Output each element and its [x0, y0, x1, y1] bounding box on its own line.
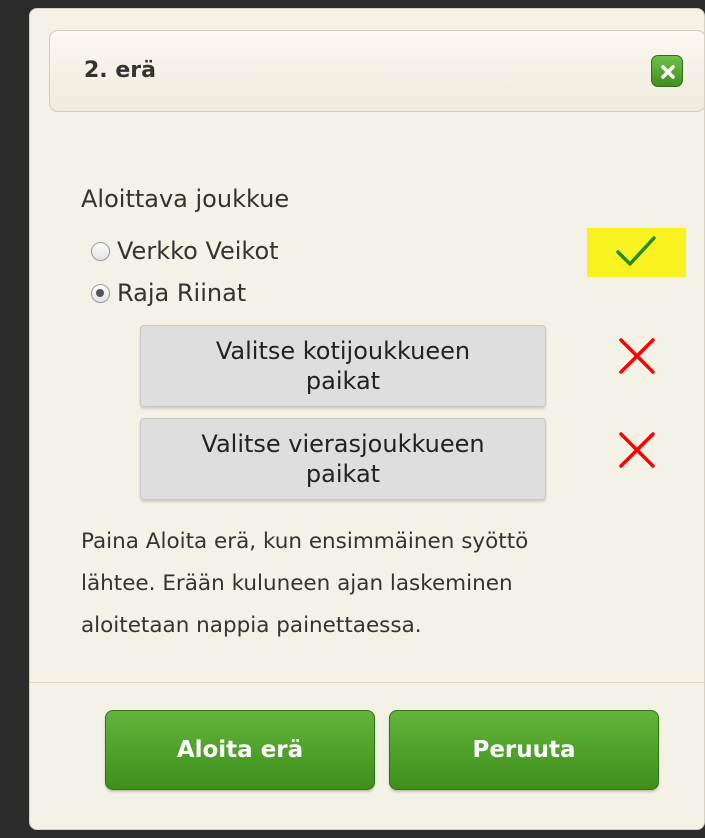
- dialog-titlebar: 2. erä: [49, 30, 704, 112]
- close-icon: [661, 65, 675, 79]
- button-label-line: paikat: [305, 460, 381, 488]
- dialog-title: 2. erä: [84, 58, 156, 83]
- team-option-label: Verkko Veikot: [117, 237, 279, 265]
- select-home-positions-button[interactable]: Valitse kotijoukkueen paikat: [140, 325, 546, 407]
- radio-button[interactable]: [91, 241, 110, 261]
- cancel-button[interactable]: Peruuta: [389, 710, 659, 790]
- info-text-line: aloitetaan nappia painettaessa.: [81, 613, 422, 638]
- divider: [30, 682, 704, 683]
- info-text-line: Paina Aloita erä, kun ensimmäinen syöttö: [81, 529, 529, 554]
- starting-team-label: Aloittava joukkue: [81, 185, 290, 213]
- selection-status-highlight: [587, 228, 686, 277]
- set-start-dialog: 2. erä Aloittava joukkue Verkko Veikot R…: [29, 8, 705, 830]
- team-option-verkko-veikot[interactable]: Verkko Veikot: [91, 235, 279, 267]
- checkmark-icon: [616, 236, 656, 266]
- cross-icon: [619, 432, 655, 468]
- button-label-line: Valitse vierasjoukkueen: [201, 430, 485, 458]
- select-away-positions-button[interactable]: Valitse vierasjoukkueen paikat: [140, 418, 546, 500]
- info-text: Paina Aloita erä, kun ensimmäinen syöttö…: [81, 521, 661, 647]
- close-button[interactable]: [651, 55, 683, 87]
- team-option-label: Raja Riinat: [117, 279, 247, 307]
- button-label-line: Valitse kotijoukkueen: [215, 337, 471, 365]
- radio-button-selected[interactable]: [91, 283, 110, 303]
- team-option-raja-riinat[interactable]: Raja Riinat: [91, 277, 246, 309]
- button-label-line: paikat: [305, 367, 381, 395]
- info-text-line: lähtee. Erään kuluneen ajan laskeminen: [81, 571, 513, 596]
- cross-icon: [619, 338, 655, 374]
- start-set-button[interactable]: Aloita erä: [105, 710, 375, 790]
